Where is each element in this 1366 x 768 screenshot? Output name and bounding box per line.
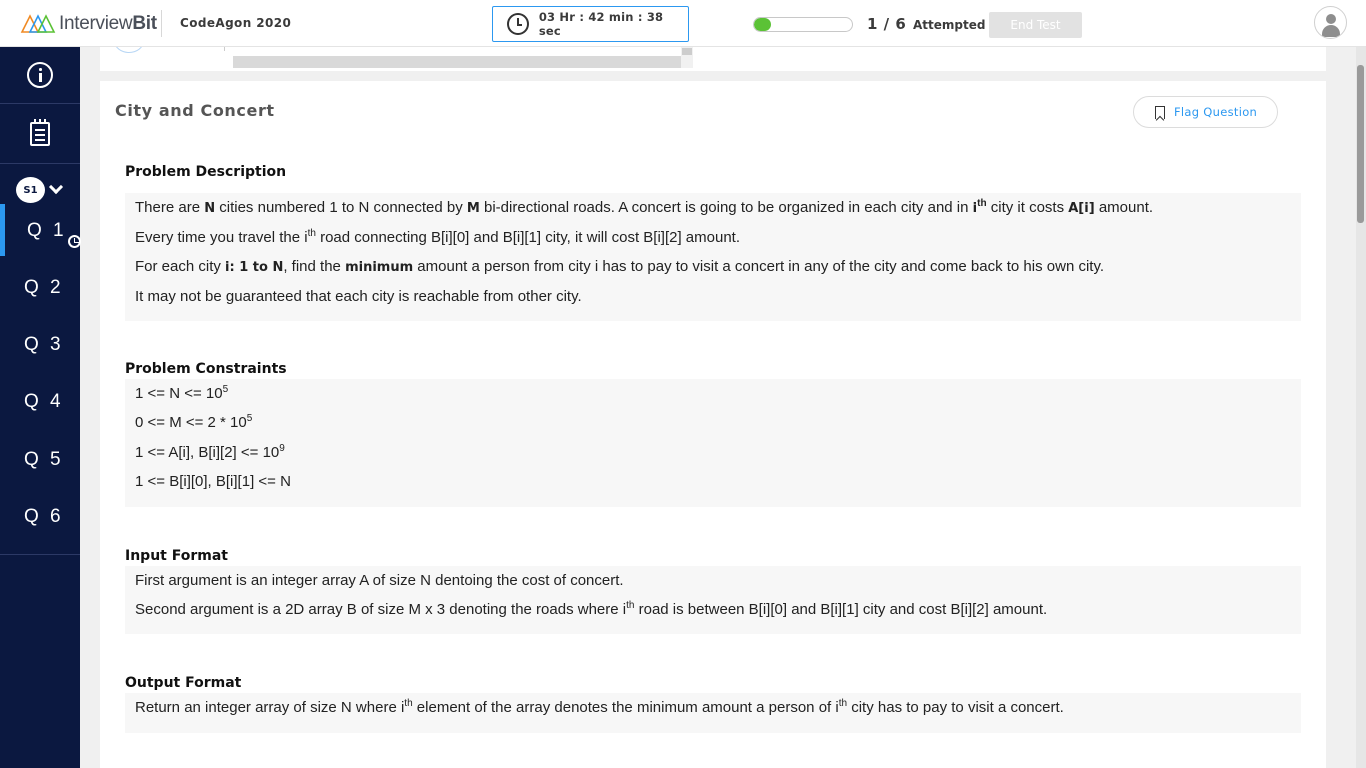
description-line-4: It may not be guaranteed that each city … xyxy=(135,288,582,305)
sidebar-question-1[interactable]: Q 1 xyxy=(0,204,81,256)
scroll-arrow[interactable] xyxy=(682,48,692,55)
chevron-down-icon xyxy=(48,179,64,195)
top-bar: InterviewBit CodeAgon 2020 03 Hr : 42 mi… xyxy=(0,0,1366,47)
attempt-progress-bar xyxy=(753,17,853,32)
info-icon xyxy=(27,62,53,88)
input-format-line-2: Second argument is a 2D array B of size … xyxy=(135,600,1048,619)
question-label: Q 2 xyxy=(24,277,64,298)
end-test-button[interactable]: End Test xyxy=(989,12,1082,38)
logo-mark-icon xyxy=(20,14,56,33)
bookmark-icon xyxy=(1155,105,1165,119)
input-format-box: First argument is an integer array A of … xyxy=(125,566,1301,634)
constraint-4: 1 <= B[i][0], B[i][1] <= N xyxy=(135,473,291,490)
header-divider xyxy=(161,10,162,37)
output-format-box: Return an integer array of size N where … xyxy=(125,693,1301,733)
problem-title: City and Concert xyxy=(115,101,275,120)
input-format-line-1: First argument is an integer array A of … xyxy=(135,572,624,589)
sidebar-question-4[interactable]: Q 4 xyxy=(0,375,80,427)
sidebar-divider xyxy=(0,554,80,555)
description-line-2: Every time you travel the ith road conne… xyxy=(135,228,741,247)
user-icon xyxy=(1326,14,1336,24)
constraint-1: 1 <= N <= 105 xyxy=(135,384,229,403)
constraint-2: 0 <= M <= 2 * 105 xyxy=(135,413,253,432)
sidebar: S1 Q 1 Q 2 Q 3 Q 4 Q 5 Q 6 xyxy=(0,47,81,768)
question-label: Q 3 xyxy=(24,334,64,355)
page-scrollbar[interactable] xyxy=(1356,47,1366,768)
sidebar-question-6[interactable]: Q 6 xyxy=(0,490,80,542)
timer-text: 03 Hr : 42 min : 38 sec xyxy=(538,10,664,38)
description-heading: Problem Description xyxy=(125,164,287,180)
question-label: Q 5 xyxy=(24,449,64,470)
previous-card xyxy=(100,29,1326,71)
contest-title: CodeAgon 2020 xyxy=(180,16,292,30)
list-icon xyxy=(30,118,50,146)
constraints-box: 1 <= N <= 105 0 <= M <= 2 * 105 1 <= A[i… xyxy=(125,379,1301,507)
divider xyxy=(224,47,225,51)
user-icon-body xyxy=(1322,25,1340,37)
flag-question-label: Flag Question xyxy=(1174,105,1258,119)
input-format-heading: Input Format xyxy=(125,548,228,564)
section-selector[interactable]: S1 xyxy=(0,164,80,204)
constraint-3: 1 <= A[i], B[i][2] <= 109 xyxy=(135,443,285,462)
description-line-1: There are N cities numbered 1 to N conne… xyxy=(135,198,1154,217)
output-format-heading: Output Format xyxy=(125,675,242,691)
attempted-label: Attempted xyxy=(913,18,986,32)
horizontal-scrollbar-thumb[interactable] xyxy=(233,56,681,68)
attempted-count: 1 / 6 xyxy=(867,15,907,33)
page-scrollbar-thumb[interactable] xyxy=(1357,65,1364,223)
constraints-heading: Problem Constraints xyxy=(125,361,287,377)
attempt-progress-fill xyxy=(754,18,771,31)
sidebar-question-2[interactable]: Q 2 xyxy=(0,261,80,313)
output-format-line-1: Return an integer array of size N where … xyxy=(135,698,1064,717)
question-label: Q 1 xyxy=(27,220,67,241)
question-label: Q 4 xyxy=(24,391,64,412)
countdown-timer: 03 Hr : 42 min : 38 sec xyxy=(492,6,689,42)
sidebar-question-list-button[interactable] xyxy=(0,104,80,164)
interviewbit-logo[interactable]: InterviewBit xyxy=(20,12,157,36)
clock-icon xyxy=(507,13,529,35)
clock-icon xyxy=(68,235,81,248)
description-line-3: For each city i: 1 to N, find the minimu… xyxy=(135,258,1105,275)
question-label: Q 6 xyxy=(24,506,64,527)
brand-name: InterviewBit xyxy=(59,13,157,34)
problem-card: City and Concert Flag Question Problem D… xyxy=(100,81,1326,768)
sidebar-question-3[interactable]: Q 3 xyxy=(0,318,80,370)
description-box: There are N cities numbered 1 to N conne… xyxy=(125,193,1301,321)
flag-question-button[interactable]: Flag Question xyxy=(1133,96,1278,128)
sidebar-question-5[interactable]: Q 5 xyxy=(0,433,80,485)
section-badge: S1 xyxy=(16,177,45,203)
user-avatar[interactable] xyxy=(1314,6,1347,39)
sidebar-info-button[interactable] xyxy=(0,47,80,104)
